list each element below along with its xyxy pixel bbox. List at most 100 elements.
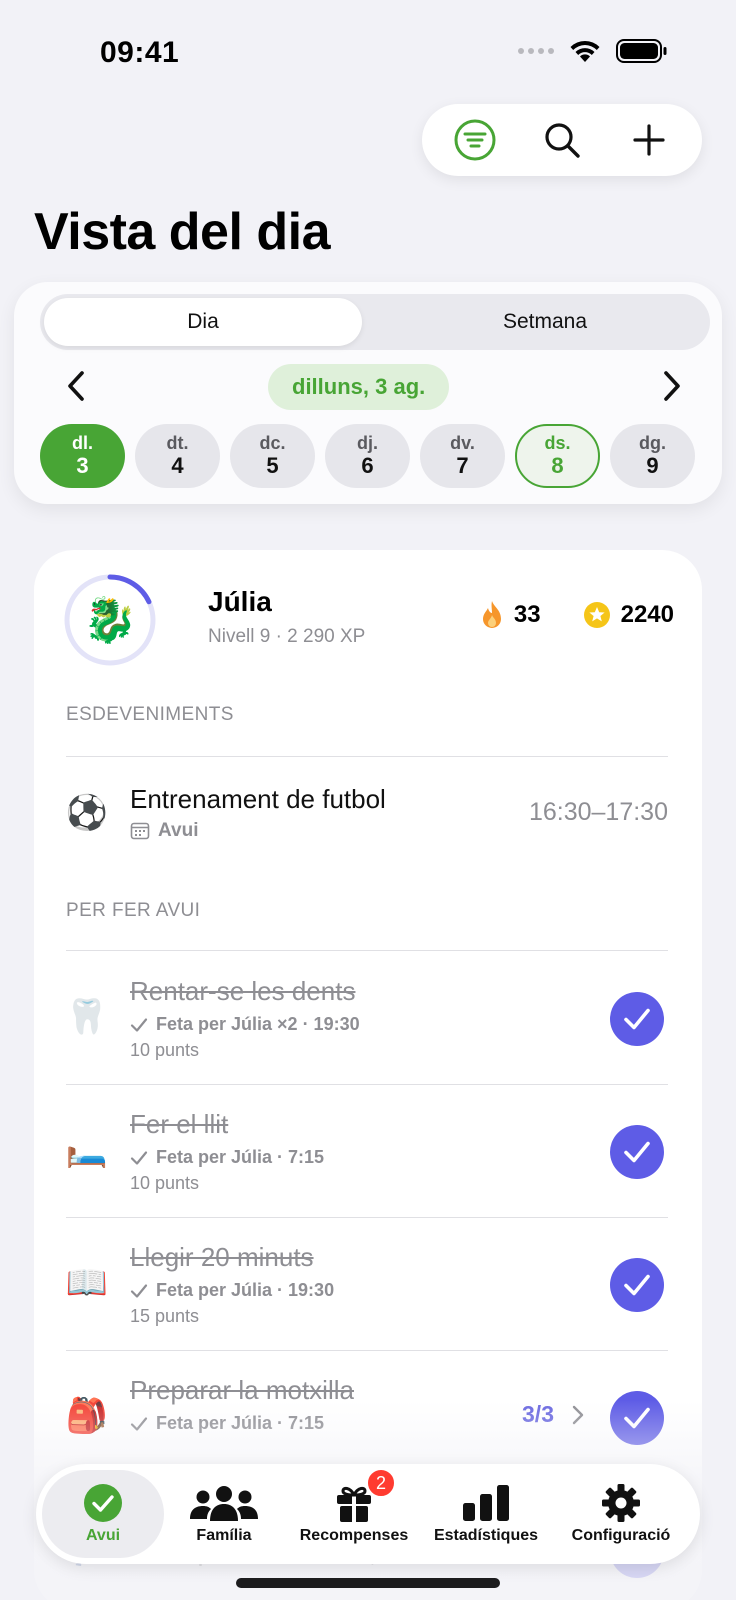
- event-time: 16:30–17:30: [528, 798, 668, 826]
- day-chip[interactable]: dt. 4: [135, 424, 220, 488]
- tab-label: Família: [196, 1527, 252, 1544]
- soccer-ball-icon: ⚽: [65, 794, 109, 832]
- day-chip[interactable]: dl. 3: [40, 424, 125, 488]
- calendar-icon: [130, 822, 150, 840]
- segment-day[interactable]: Dia: [44, 298, 362, 346]
- profile-name: Júlia: [208, 586, 272, 617]
- star-coin-icon: [583, 602, 610, 628]
- event-title: Entrenament de futbol: [130, 784, 386, 814]
- view-segmented-control: Dia Setmana: [40, 294, 710, 350]
- events-section-label: ESDEVENIMENTS: [66, 704, 234, 725]
- day-number: 8: [551, 453, 564, 478]
- task-completed-label: Feta per Júlia · 7:15: [156, 1413, 325, 1433]
- task-completed-label: Feta per Júlia · 19:30: [156, 1280, 335, 1300]
- day-chip[interactable]: dg. 9: [610, 424, 695, 488]
- avatar: 🐉: [82, 596, 138, 645]
- current-date-pill[interactable]: dilluns, 3 ag.: [268, 364, 450, 410]
- task-title: Fer el llit: [130, 1109, 229, 1139]
- event-date: Avui: [130, 820, 198, 842]
- tab-recompenses[interactable]: 2 Recompenses: [284, 1468, 424, 1558]
- checkmark-icon: [624, 1274, 650, 1296]
- task-complete-toggle[interactable]: [610, 1391, 664, 1445]
- task-row[interactable]: 🛏️ Fer el llit Feta per Júlia · 7:15 10 pun…: [66, 1085, 668, 1219]
- tooth-icon: 🦷: [65, 998, 109, 1036]
- task-row[interactable]: 🦷 Rentar-se les dents Feta per Júlia ×2 · …: [66, 952, 668, 1086]
- day-name: dv.: [450, 433, 475, 453]
- day-number: 9: [646, 453, 659, 478]
- segment-week[interactable]: Setmana: [386, 298, 704, 346]
- day-name: dt.: [166, 433, 189, 453]
- day-number: 7: [456, 453, 469, 478]
- task-points: 15 punts: [130, 1306, 200, 1326]
- star-count: 2240: [620, 601, 674, 628]
- battery-icon: [616, 39, 667, 63]
- task-row[interactable]: 📖 Llegir 20 minuts Feta per Júlia · 19:30 1…: [66, 1218, 668, 1352]
- status-icons: [518, 38, 668, 64]
- tab-avui[interactable]: Avui: [42, 1470, 164, 1558]
- checkmark-icon: [130, 1283, 148, 1298]
- day-strip: dl. 3 dt. 4 dc. 5 dj. 6 dv. 7 ds. 8 dg. 9: [40, 424, 695, 488]
- tab-label: Recompenses: [299, 1527, 409, 1544]
- task-points: 10 punts: [130, 1040, 200, 1060]
- add-button[interactable]: [619, 110, 679, 170]
- task-progress-count: 3/3: [522, 1401, 554, 1427]
- day-chip[interactable]: dc. 5: [230, 424, 315, 488]
- wifi-icon: [570, 40, 600, 62]
- profile-header[interactable]: 🐉 Júlia Nivell 9 · 2 290 XP 33 2240: [62, 572, 674, 668]
- divider: [66, 950, 668, 951]
- day-number: 5: [266, 453, 279, 478]
- previous-day-button[interactable]: [54, 364, 98, 408]
- task-completed-by: Feta per Júlia ×2 · 19:30: [130, 1014, 360, 1035]
- backpack-icon: 🎒: [65, 1397, 109, 1435]
- task-completed-by: Feta per Júlia · 19:30: [130, 1280, 334, 1301]
- task-completed-by: Feta per Júlia · 7:15: [130, 1147, 324, 1168]
- task-completed-by: Feta per Júlia · 7:15: [130, 1413, 324, 1434]
- checkmark-icon: [130, 1017, 148, 1032]
- profile-stats: 33 2240: [480, 600, 674, 630]
- day-name: dj.: [357, 433, 378, 453]
- bar-chart-icon: [463, 1485, 509, 1521]
- flame-icon: [482, 601, 501, 628]
- event-row[interactable]: ⚽ Entrenament de futbol Avui 16:30–17:30: [66, 772, 668, 852]
- tasks-section-label: PER FER AVUI: [66, 900, 201, 921]
- day-name: dl.: [72, 433, 93, 453]
- checkmark-icon: [130, 1150, 148, 1165]
- day-chip[interactable]: dv. 7: [420, 424, 505, 488]
- checkmark-icon: [624, 1008, 650, 1030]
- chevron-right-icon: [572, 1405, 584, 1424]
- page-title: Vista del dia: [34, 203, 331, 261]
- status-time: 09:41: [100, 36, 180, 69]
- checkmark-icon: [624, 1407, 650, 1429]
- search-button[interactable]: [532, 110, 592, 170]
- tab-label: Estadístiques: [433, 1527, 539, 1544]
- task-progress[interactable]: 3/3: [522, 1401, 584, 1428]
- streak-count: 33: [513, 601, 541, 628]
- task-title: Preparar la motxilla: [130, 1375, 354, 1405]
- task-completed-label: Feta per Júlia ×2 · 19:30: [156, 1014, 360, 1034]
- task-complete-toggle[interactable]: [610, 1125, 664, 1179]
- task-completed-label: Feta per Júlia · 7:15: [156, 1147, 325, 1167]
- daily-overview-card: 🐉 Júlia Nivell 9 · 2 290 XP 33 2240 ESDE…: [34, 550, 702, 1600]
- tab-configuracio[interactable]: Configuració: [548, 1470, 694, 1558]
- task-complete-toggle[interactable]: [610, 1258, 664, 1312]
- day-chip[interactable]: dj. 6: [325, 424, 410, 488]
- filter-button[interactable]: [445, 110, 505, 170]
- rewards-badge: 2: [366, 1468, 396, 1498]
- task-title: Rentar-se les dents: [130, 976, 356, 1006]
- tab-familia[interactable]: Família: [164, 1470, 284, 1558]
- day-number: 4: [171, 453, 184, 478]
- task-complete-toggle[interactable]: [610, 992, 664, 1046]
- task-title: Llegir 20 minuts: [130, 1242, 314, 1272]
- tab-label: Configuració: [571, 1527, 671, 1544]
- date-selector-card: Dia Setmana dilluns, 3 ag. dl. 3 dt. 4 dc. 5 d…: [14, 282, 722, 504]
- task-points: 10 punts: [130, 1173, 200, 1193]
- divider: [66, 756, 668, 757]
- day-chip[interactable]: ds. 8: [515, 424, 600, 488]
- book-icon: 📖: [65, 1264, 109, 1302]
- tab-estadistiques[interactable]: Estadístiques: [424, 1470, 548, 1558]
- event-date-label: Avui: [158, 820, 199, 841]
- day-number: 6: [361, 453, 374, 478]
- cellular-signal-icon: [518, 48, 554, 54]
- next-day-button[interactable]: [650, 364, 694, 408]
- check-circle-icon: [84, 1484, 122, 1522]
